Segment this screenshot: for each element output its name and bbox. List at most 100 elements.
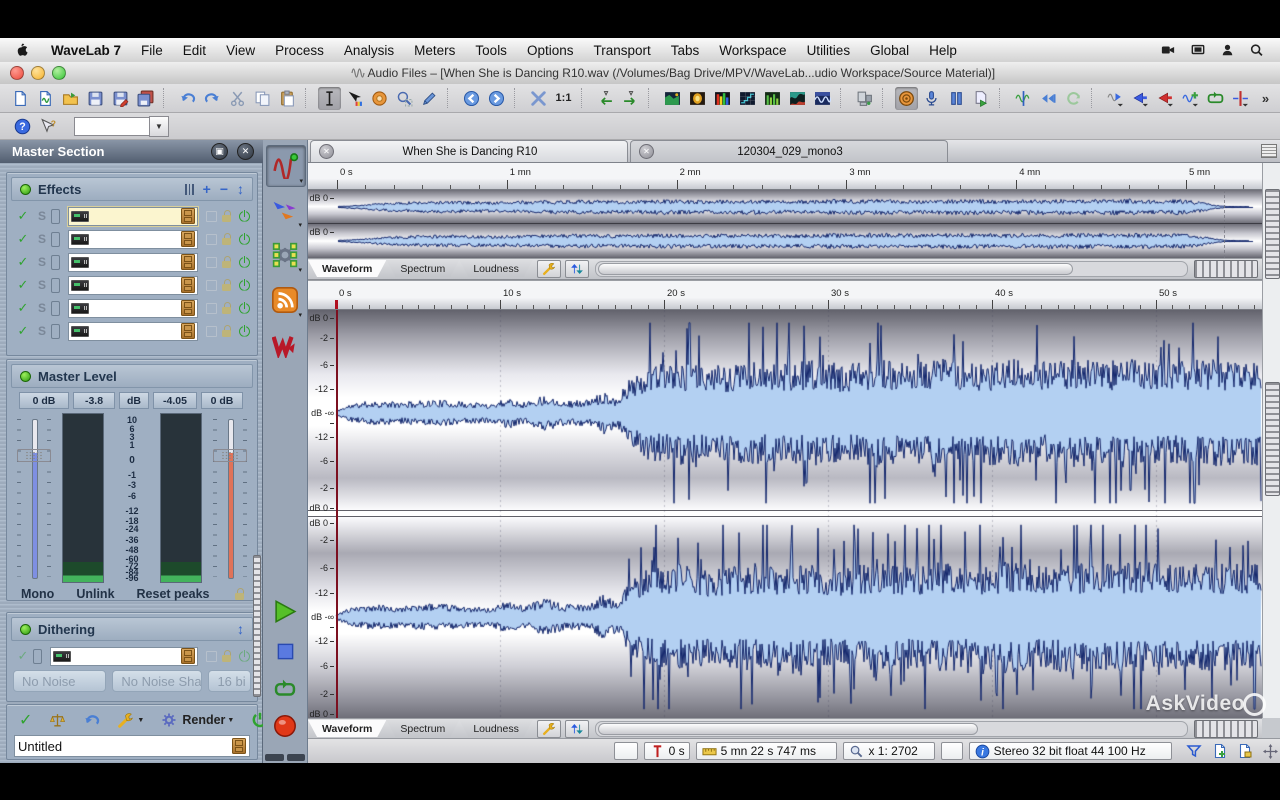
menu-item-transport[interactable]: Transport (583, 43, 660, 58)
redo-icon[interactable] (201, 87, 224, 110)
dithering-header[interactable]: Dithering ↕ (11, 617, 253, 641)
speaker-orange-icon[interactable] (368, 87, 391, 110)
save-icon[interactable] (84, 87, 107, 110)
master-section-restore-button[interactable]: ▣ (211, 143, 228, 160)
video-camera-icon[interactable] (1160, 43, 1176, 57)
menu-item-meters[interactable]: Meters (404, 43, 465, 58)
open-icon[interactable] (59, 87, 82, 110)
master-level-header[interactable]: Master Level (11, 364, 253, 388)
effect-plugin-combobox[interactable] (68, 230, 198, 249)
wavelab-logo-button[interactable] (266, 325, 304, 365)
effect-plugin-combobox[interactable] (68, 253, 198, 272)
master-section-titlebar[interactable]: Master Section ▣ ✕ (0, 140, 263, 163)
user-icon[interactable] (1220, 43, 1235, 57)
nav-fwd-icon[interactable] (485, 87, 508, 110)
save-all-icon[interactable] (134, 87, 157, 110)
drop-blue-icon[interactable] (1129, 87, 1152, 110)
effect-enable-check[interactable]: ✓ (13, 300, 33, 316)
meter-3-icon[interactable] (711, 87, 734, 110)
save-as-icon[interactable] (109, 87, 132, 110)
menu-item-tools[interactable]: Tools (465, 43, 517, 58)
x-tool-icon[interactable] (527, 87, 550, 110)
menu-item-global[interactable]: Global (860, 43, 919, 58)
preset-combobox[interactable]: ▼ (74, 116, 169, 137)
menu-app-name[interactable]: WaveLab 7 (41, 43, 131, 58)
funnel-icon[interactable] (1184, 741, 1203, 761)
level-value-box-3[interactable]: -4.05 (153, 392, 197, 409)
play-doc-icon[interactable] (970, 87, 993, 110)
effect-plugin-combobox[interactable] (68, 322, 198, 341)
left-fader[interactable] (17, 413, 51, 583)
transport-loop-button[interactable] (269, 673, 301, 705)
status-segment-2[interactable]: 5 mn 22 s 747 ms (696, 742, 838, 760)
meter-4-icon[interactable] (736, 87, 759, 110)
menu-item-view[interactable]: View (216, 43, 265, 58)
undo-icon[interactable] (176, 87, 199, 110)
waveform-workspace-button[interactable]: ▾ (266, 145, 306, 187)
zoom-glass-icon[interactable] (393, 87, 416, 110)
meter-6-icon[interactable] (786, 87, 809, 110)
menu-item-workspace[interactable]: Workspace (709, 43, 796, 58)
copy-icon[interactable] (251, 87, 274, 110)
paste-icon[interactable] (276, 87, 299, 110)
new-audio-icon[interactable] (34, 87, 57, 110)
pause-icon[interactable] (945, 87, 968, 110)
preset-browser-icon[interactable] (232, 738, 246, 754)
overview-ruler[interactable]: 0 s1 mn2 mn3 mn4 mn5 mn (308, 163, 1262, 190)
status-segment-3[interactable]: x 1: 2702 (843, 742, 934, 760)
lock-icon[interactable] (235, 588, 245, 600)
pencil-icon[interactable] (418, 87, 441, 110)
main-waveform[interactable]: dB 0-2-6-12dB -∞-12-6-2-2-6-12dB -∞-12-6… (308, 310, 1262, 718)
menu-item-analysis[interactable]: Analysis (334, 43, 404, 58)
effect-bypass-toggle[interactable] (51, 301, 60, 316)
layout-icon[interactable] (853, 87, 876, 110)
status-segment-1[interactable]: 0 s (644, 742, 690, 760)
picker-icon[interactable] (343, 87, 366, 110)
effect-power-icon[interactable] (238, 279, 251, 292)
drop-splice-icon[interactable] (1229, 87, 1252, 110)
wave-skip-icon[interactable] (1037, 87, 1060, 110)
drop-loop-icon[interactable] (1204, 87, 1227, 110)
effect-solo-button[interactable]: S (33, 301, 51, 315)
level-value-box-2[interactable]: dB (119, 392, 149, 409)
effect-power-icon[interactable] (238, 233, 251, 246)
unlink-button[interactable]: Unlink (76, 587, 114, 601)
view-tab-loudness[interactable]: Loudness (459, 260, 533, 277)
minimize-window-button[interactable] (31, 66, 45, 80)
one-one-icon[interactable]: 1:1 (552, 87, 575, 110)
preset-field[interactable]: Untitled (14, 735, 250, 757)
document-tab-2[interactable]: ✕120304_029_mono3 (630, 140, 948, 162)
apply-check-icon[interactable]: ✓ (19, 710, 32, 730)
scroll-sync-arrows-button[interactable] (565, 720, 589, 738)
view-tab-waveform[interactable]: Waveform (308, 260, 386, 277)
effects-add-button[interactable]: + (203, 184, 211, 194)
meter-2-icon[interactable] (686, 87, 709, 110)
document-tab-1[interactable]: ✕When She is Dancing R10 (310, 140, 628, 162)
menu-item-utilities[interactable]: Utilities (797, 43, 861, 58)
transport-stop-button[interactable] (269, 635, 301, 667)
monitor-icon[interactable] (895, 87, 918, 110)
level-value-box-0[interactable]: 0 dB (19, 392, 69, 409)
meter-7-icon[interactable] (811, 87, 834, 110)
effects-routing-icon[interactable] (185, 184, 194, 195)
tab-list-button[interactable] (1261, 144, 1277, 158)
search-icon[interactable] (1249, 43, 1264, 57)
level-value-box-4[interactable]: 0 dB (201, 392, 243, 409)
refresh-icon[interactable] (1062, 87, 1085, 110)
right-fader[interactable] (213, 413, 247, 583)
overflow-icon[interactable]: » (1254, 87, 1277, 110)
tab-close-icon[interactable]: ✕ (319, 144, 334, 159)
scroll-sync-arrows-button[interactable] (565, 260, 589, 278)
effect-bypass-toggle[interactable] (51, 255, 60, 270)
horizontal-scrollbar[interactable] (595, 721, 1188, 737)
view-tab-loudness[interactable]: Loudness (459, 720, 533, 737)
menu-item-edit[interactable]: Edit (173, 43, 216, 58)
view-tab-spectrum[interactable]: Spectrum (386, 720, 459, 737)
dithering-fold-button[interactable]: ↕ (237, 624, 244, 634)
effect-solo-button[interactable]: S (33, 278, 51, 292)
status-segment-0[interactable] (614, 742, 638, 760)
level-value-box-1[interactable]: -3.8 (73, 392, 115, 409)
zoom-window-button[interactable] (52, 66, 66, 80)
menu-item-help[interactable]: Help (919, 43, 967, 58)
podcast-button[interactable]: ▾ (266, 280, 304, 320)
